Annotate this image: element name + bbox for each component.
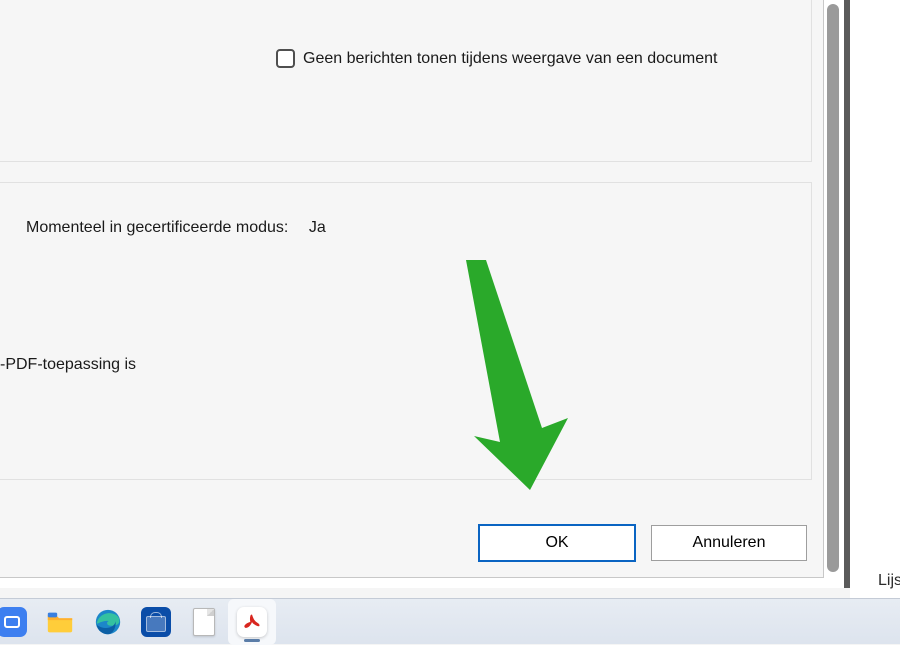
- status-panel: Momenteel in gecertificeerde modus: Ja -…: [0, 182, 812, 480]
- document-icon: [193, 608, 215, 636]
- dialog-scrollbar-thumb[interactable]: [827, 4, 839, 572]
- file-explorer-icon: [45, 607, 75, 637]
- microsoft-store-icon: [141, 607, 171, 637]
- dialog-button-row: OK Annuleren: [479, 525, 807, 561]
- certified-mode-status: Momenteel in gecertificeerde modus: Ja: [26, 219, 326, 237]
- taskbar-item-edge[interactable]: [84, 599, 132, 645]
- desktop-partial-label: Lijst: [878, 572, 900, 590]
- cancel-button[interactable]: Annuleren: [651, 525, 807, 561]
- taskbar-item-file-explorer[interactable]: [36, 599, 84, 645]
- edge-icon: [93, 607, 123, 637]
- preferences-dialog: Geen berichten tonen tijdens weergave va…: [0, 0, 824, 578]
- certified-mode-value: Ja: [309, 219, 326, 237]
- options-panel: Geen berichten tonen tijdens weergave va…: [0, 0, 812, 162]
- zoom-icon: [0, 607, 27, 637]
- taskbar: [0, 598, 900, 644]
- taskbar-item-microsoft-store[interactable]: [132, 599, 180, 645]
- taskbar-item-document[interactable]: [180, 599, 228, 645]
- pdf-application-partial-text: -PDF-toepassing is: [0, 356, 136, 374]
- taskbar-item-acrobat[interactable]: [228, 599, 276, 645]
- taskbar-item-zoom[interactable]: [0, 599, 36, 645]
- ok-button[interactable]: OK: [479, 525, 635, 561]
- suppress-messages-label: Geen berichten tonen tijdens weergave va…: [303, 50, 718, 68]
- suppress-messages-option[interactable]: Geen berichten tonen tijdens weergave va…: [276, 49, 718, 68]
- desktop-background: Lijst: [850, 0, 900, 598]
- dialog-window-frame: Geen berichten tonen tijdens weergave va…: [0, 0, 850, 588]
- certified-mode-label: Momenteel in gecertificeerde modus:: [26, 219, 288, 237]
- checkbox-unchecked-icon[interactable]: [276, 49, 295, 68]
- dialog-scrollbar-track[interactable]: [824, 0, 842, 578]
- acrobat-icon: [237, 607, 267, 637]
